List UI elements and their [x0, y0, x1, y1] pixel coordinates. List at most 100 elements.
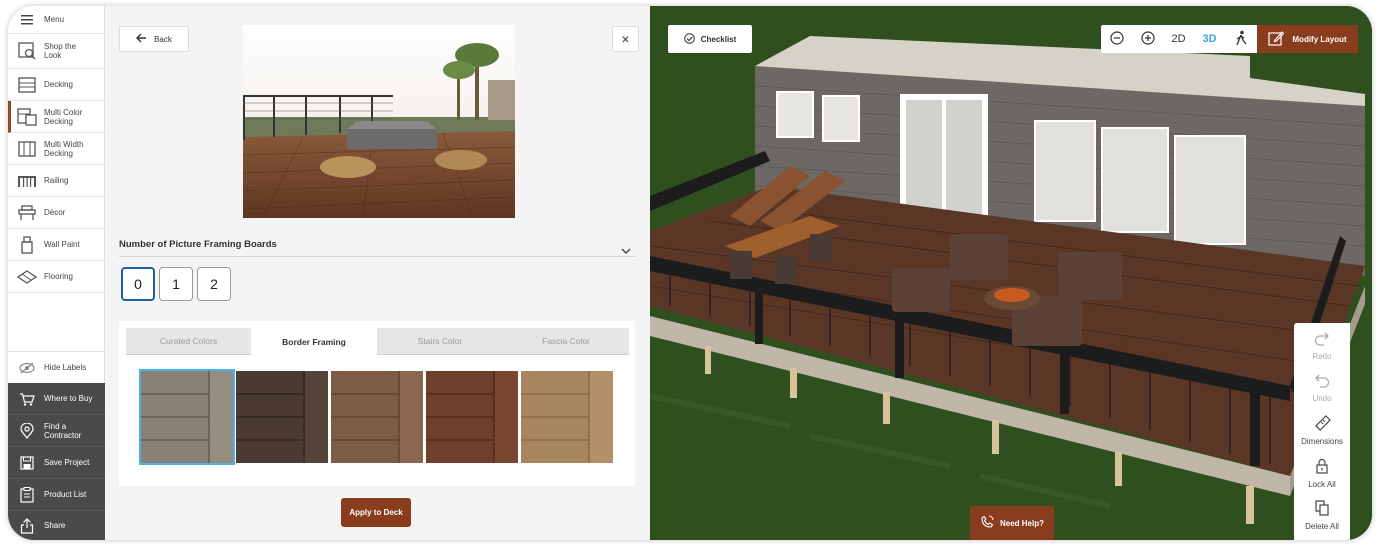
hide-labels-toggle[interactable]: Hide Labels [8, 351, 105, 383]
lock-all-button[interactable]: Lock All [1294, 452, 1350, 494]
action-label: Where to Buy [44, 394, 93, 403]
modify-layout-button[interactable]: Modify Layout [1257, 25, 1358, 53]
action-label: Product List [44, 490, 87, 499]
hamburger-icon [16, 9, 38, 31]
sidebar-item-multi-color-decking[interactable]: Multi Color Decking [8, 101, 105, 133]
color-swatch[interactable] [521, 371, 613, 463]
view-toolbar: 2D 3D [1101, 25, 1258, 53]
sidebar-item-label: Multi Width Decking [44, 139, 84, 158]
color-swatch[interactable] [426, 371, 518, 463]
color-swatch[interactable] [236, 371, 328, 463]
color-swatch[interactable] [139, 369, 235, 465]
sidebar-item-wall-paint[interactable]: Wall Paint [8, 229, 105, 261]
tab-fascia-color[interactable]: Fascia Color [503, 328, 629, 355]
board-option-2[interactable]: 2 [197, 267, 231, 301]
zoom-in-icon [1140, 30, 1155, 48]
multi-color-decking-icon [16, 106, 38, 128]
redo-label: Redo [1312, 351, 1332, 361]
undo-icon [1314, 374, 1330, 390]
sidebar-item-railing[interactable]: Railing [8, 165, 105, 197]
shop-the-look-icon [16, 40, 38, 62]
lock-all-label: Lock All [1308, 479, 1336, 489]
tab-border-framing[interactable]: Border Framing [251, 328, 377, 355]
location-pin-icon [16, 420, 38, 442]
back-label: Back [154, 34, 172, 44]
delete-icon [1315, 499, 1329, 518]
divider [119, 256, 635, 257]
tools-panel: Redo Undo Dimensions Lock All Delete All [1294, 323, 1350, 540]
arrow-left-icon [136, 33, 147, 45]
need-help-label: Need Help? [999, 518, 1044, 528]
action-label: Find a Contractor [44, 421, 82, 440]
sidebar-item-decking[interactable]: Decking [8, 69, 105, 101]
flooring-icon [16, 266, 38, 288]
back-button[interactable]: Back [119, 26, 189, 52]
sidebar-item-label: Flooring [44, 272, 73, 281]
apply-to-deck-button[interactable]: Apply to Deck [341, 498, 411, 527]
board-option-0[interactable]: 0 [121, 267, 155, 301]
railing-icon [16, 170, 38, 192]
mode-3d-button[interactable]: 3D [1194, 25, 1225, 53]
eye-slash-icon [16, 357, 38, 379]
product-list-button[interactable]: Product List [8, 479, 105, 511]
checklist-button[interactable]: Checklist [668, 25, 752, 53]
action-label: Share [44, 521, 66, 530]
close-button[interactable]: × [612, 26, 639, 52]
action-label: Save Project [44, 458, 90, 467]
undo-label: Undo [1312, 393, 1332, 403]
tab-curated-colors[interactable]: Curated Colors [126, 328, 251, 355]
share-icon [16, 515, 38, 537]
inspiration-photo [243, 25, 515, 218]
sidebar-item-flooring[interactable]: Flooring [8, 261, 105, 293]
tab-stairs-color[interactable]: Stairs Color [377, 328, 503, 355]
sidebar: Menu Shop the Look Decking Multi Color D… [8, 6, 105, 540]
3d-viewport[interactable]: Checklist 2D 3D Modify Layout Redo Undo … [650, 6, 1372, 540]
clipboard-icon [16, 484, 38, 506]
color-swatch[interactable] [331, 371, 423, 463]
decor-icon [16, 202, 38, 224]
need-help-button[interactable]: Need Help? [970, 506, 1054, 540]
zoom-out-icon [1109, 30, 1124, 48]
save-project-button[interactable]: Save Project [8, 447, 105, 479]
deck-scene [650, 6, 1372, 540]
find-contractor-button[interactable]: Find a Contractor [8, 415, 105, 447]
app-window: Menu Shop the Look Decking Multi Color D… [8, 6, 1372, 540]
sidebar-item-decor[interactable]: Décor [8, 197, 105, 229]
cart-icon [16, 388, 38, 410]
wall-paint-icon [16, 234, 38, 256]
redo-button[interactable]: Redo [1294, 325, 1350, 367]
menu-button[interactable]: Menu [8, 6, 105, 34]
undo-button[interactable]: Undo [1294, 367, 1350, 409]
modify-layout-label: Modify Layout [1292, 34, 1347, 44]
walk-mode-button[interactable] [1225, 25, 1256, 53]
redo-icon [1314, 332, 1330, 348]
close-icon: × [621, 31, 630, 47]
lock-icon [1315, 458, 1329, 476]
sidebar-item-label: Shop the Look [44, 42, 77, 60]
hide-labels-label: Hide Labels [44, 363, 87, 372]
board-option-1[interactable]: 1 [159, 267, 193, 301]
share-button[interactable]: Share [8, 511, 105, 540]
dimensions-label: Dimensions [1301, 437, 1343, 446]
zoom-out-button[interactable] [1101, 25, 1132, 53]
sidebar-item-shop-the-look[interactable]: Shop the Look [8, 34, 105, 69]
check-circle-icon [683, 32, 695, 46]
dimensions-button[interactable]: Dimensions [1294, 409, 1350, 451]
delete-all-button[interactable]: Delete All [1294, 494, 1350, 536]
section-title: Number of Picture Framing Boards [119, 239, 277, 250]
where-to-buy-button[interactable]: Where to Buy [8, 383, 105, 415]
checklist-label: Checklist [700, 34, 737, 44]
color-tabs-panel: Curated Colors Border Framing Stairs Col… [119, 321, 635, 486]
sidebar-item-label: Décor [44, 208, 66, 217]
zoom-in-button[interactable] [1132, 25, 1163, 53]
sidebar-item-label: Multi Color Decking [44, 107, 83, 126]
mode-2d-button[interactable]: 2D [1163, 25, 1194, 53]
sidebar-item-label: Railing [44, 176, 69, 185]
phone-icon [980, 515, 994, 531]
sidebar-item-label: Decking [44, 80, 73, 89]
sidebar-item-label: Wall Paint [44, 240, 80, 249]
decking-icon [16, 74, 38, 96]
menu-label: Menu [44, 15, 65, 24]
delete-all-label: Delete All [1305, 521, 1339, 531]
sidebar-item-multi-width-decking[interactable]: Multi Width Decking [8, 133, 105, 165]
